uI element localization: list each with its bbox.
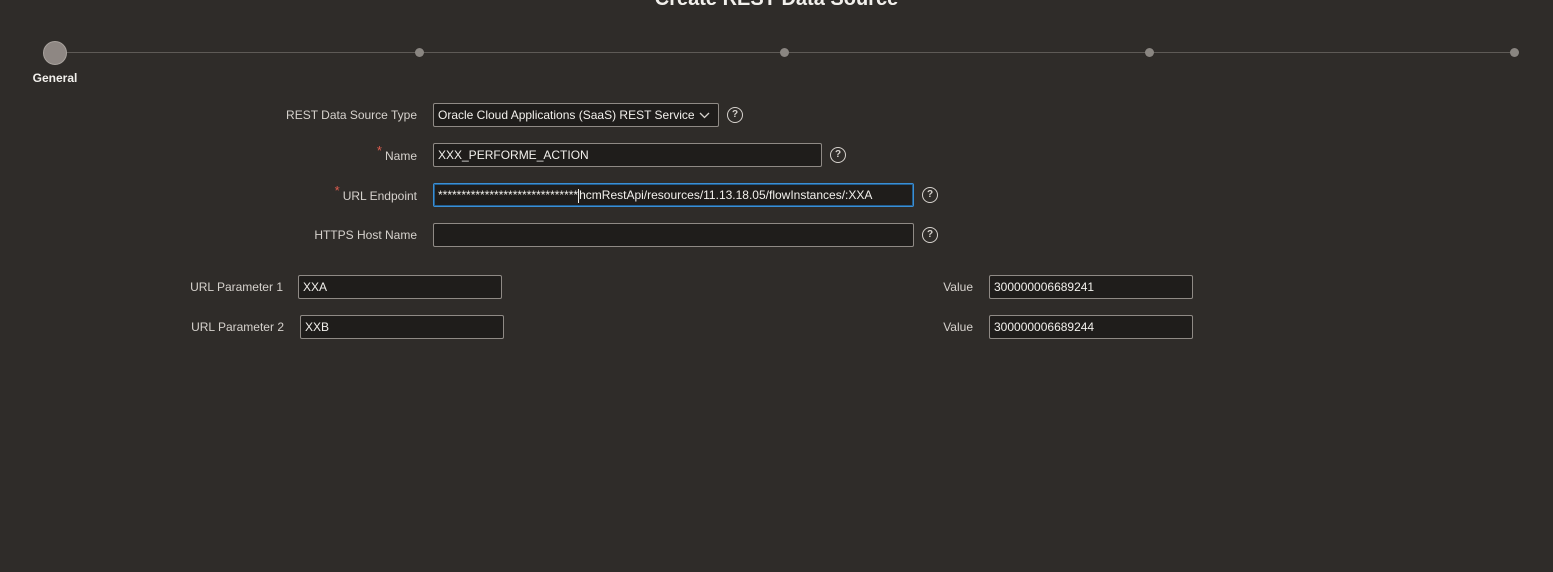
url-parameter-2-value-label: Value	[943, 320, 973, 334]
rest-type-value: Oracle Cloud Applications (SaaS) REST Se…	[438, 108, 695, 122]
url-endpoint-label: * URL Endpoint	[334, 183, 417, 203]
required-marker: *	[376, 143, 382, 158]
help-circle-icon[interactable]: ?	[922, 187, 938, 203]
train-step-3[interactable]	[780, 48, 789, 57]
help-circle-icon[interactable]: ?	[727, 107, 743, 123]
https-host-input[interactable]	[433, 223, 914, 247]
train-step-general[interactable]	[43, 41, 67, 65]
name-input[interactable]: XXX_PERFORME_ACTION	[433, 143, 822, 167]
train-step-general-label: General	[32, 71, 78, 85]
create-rest-data-source-page: Create REST Data Source General REST Dat…	[0, 0, 1553, 572]
rest-type-label: REST Data Source Type	[286, 108, 417, 122]
url-parameter-2-input[interactable]: XXB	[300, 315, 504, 339]
url-parameter-2-value-input[interactable]: 300000006689244	[989, 315, 1193, 339]
url-parameter-1-label: URL Parameter 1	[190, 280, 283, 294]
url-parameter-1-value-label: Value	[943, 280, 973, 294]
required-marker: *	[334, 183, 340, 198]
train-step-4[interactable]	[1145, 48, 1154, 57]
train-step-5[interactable]	[1510, 48, 1519, 57]
url-endpoint-input[interactable]: ******************************hcmRestApi…	[433, 183, 914, 207]
url-parameter-2-label: URL Parameter 2	[191, 320, 284, 334]
url-parameter-1-value-input[interactable]: 300000006689241	[989, 275, 1193, 299]
help-circle-icon[interactable]: ?	[830, 147, 846, 163]
rest-type-select[interactable]: Oracle Cloud Applications (SaaS) REST Se…	[433, 103, 719, 127]
chevron-down-icon	[699, 104, 710, 126]
url-endpoint-path-text: hcmRestApi/resources/11.13.18.05/flowIns…	[579, 188, 873, 202]
help-circle-icon[interactable]: ?	[922, 227, 938, 243]
https-host-label: HTTPS Host Name	[314, 228, 417, 242]
url-parameter-1-input[interactable]: XXA	[298, 275, 502, 299]
page-title: Create REST Data Source	[0, 0, 1553, 11]
url-endpoint-masked-text: ******************************	[438, 188, 579, 202]
train-step-2[interactable]	[415, 48, 424, 57]
name-label: * Name	[376, 143, 417, 163]
